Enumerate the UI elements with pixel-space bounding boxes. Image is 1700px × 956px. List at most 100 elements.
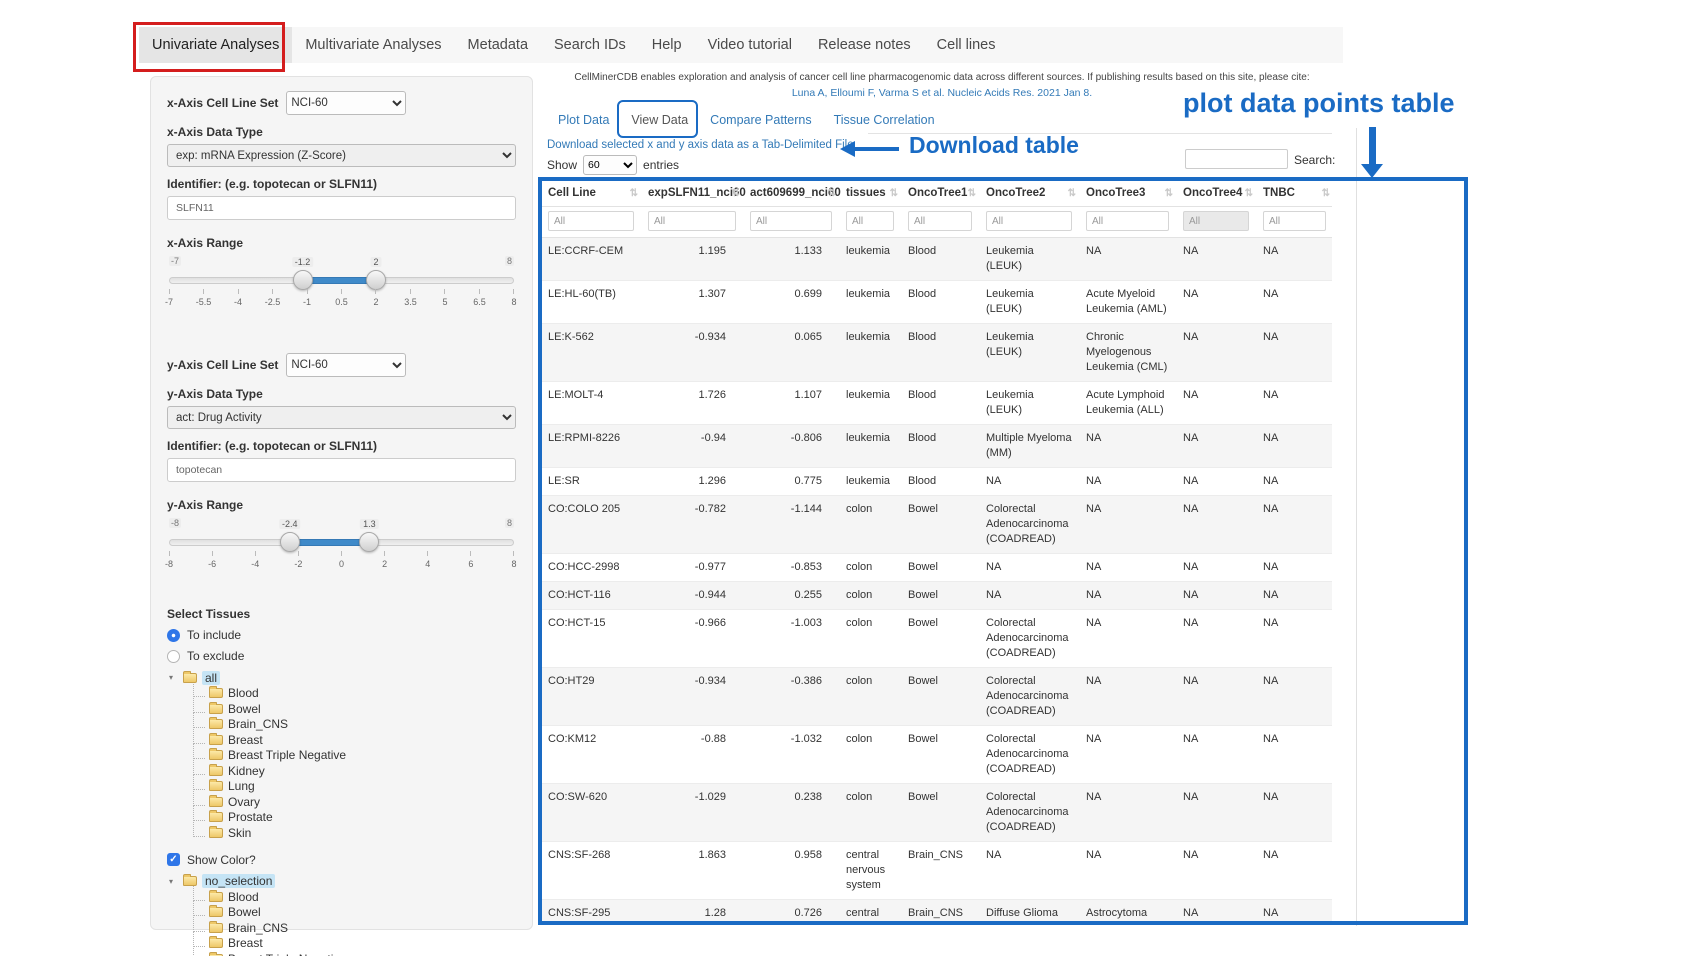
table-row[interactable]: LE:SR1.2960.775leukemiaBloodNANANANA xyxy=(540,468,1332,496)
nav-item-video-tutorial[interactable]: Video tutorial xyxy=(695,27,805,63)
slider-max-label: 8 xyxy=(505,256,514,266)
tree-node-ovary[interactable]: Ovary xyxy=(193,794,516,810)
content-right-divider xyxy=(1356,128,1357,926)
column-header-oncotree1[interactable]: OncoTree1⇅ xyxy=(900,180,978,207)
column-filter-oncotree2[interactable] xyxy=(986,211,1072,231)
show-color-checkbox-row[interactable]: ✓ Show Color? xyxy=(167,853,516,867)
tree-node-breast-triple-negative[interactable]: Breast Triple Negative xyxy=(193,951,516,956)
slider-from-value: -1.2 xyxy=(292,257,314,267)
column-header-oncotree4[interactable]: OncoTree4⇅ xyxy=(1175,180,1255,207)
y-axis-data-type-select[interactable]: act: Drug Activity xyxy=(167,406,516,429)
tree-node-breast-triple-negative[interactable]: Breast Triple Negative xyxy=(193,748,516,764)
column-filter-cell-line[interactable] xyxy=(548,211,634,231)
entries-count-select[interactable]: 60 xyxy=(583,155,637,175)
x-axis-data-type-select[interactable]: exp: mRNA Expression (Z-Score) xyxy=(167,144,516,167)
nav-item-univariate-analyses[interactable]: Univariate Analyses xyxy=(139,27,292,63)
tree-node-blood[interactable]: Blood xyxy=(193,686,516,702)
column-filter-oncotree4[interactable] xyxy=(1183,211,1249,231)
x-axis-identifier-label: Identifier: (e.g. topotecan or SLFN11) xyxy=(167,177,516,191)
column-header-oncotree3[interactable]: OncoTree3⇅ xyxy=(1078,180,1175,207)
table-row[interactable]: CO:HCC-2998-0.977-0.853colonBowelNANANAN… xyxy=(540,554,1332,582)
column-header-tissues[interactable]: tissues⇅ xyxy=(838,180,900,207)
color-tissue-tree: ▾ no_selectionBloodBowelBrain_CNSBreastBr… xyxy=(169,874,516,956)
nav-item-help[interactable]: Help xyxy=(639,27,695,63)
radio-selected-icon[interactable] xyxy=(167,629,180,642)
column-filter-tnbc[interactable] xyxy=(1263,211,1326,231)
tree-node-prostate[interactable]: Prostate xyxy=(193,810,516,826)
table-row[interactable]: CO:HCT-116-0.9440.255colonBowelNANANANA xyxy=(540,582,1332,610)
x-axis-data-type-label: x-Axis Data Type xyxy=(167,125,516,139)
column-header-act609699_nci60[interactable]: act609699_nci60⇅ xyxy=(742,180,838,207)
table-row[interactable]: LE:CCRF-CEM1.1951.133leukemiaBloodLeukem… xyxy=(540,238,1332,281)
tree-root-node[interactable]: ▾ no_selection xyxy=(169,874,516,890)
tab-view-data[interactable]: View Data xyxy=(620,107,699,133)
nav-item-multivariate-analyses[interactable]: Multivariate Analyses xyxy=(292,27,454,63)
table-row[interactable]: CO:KM12-0.88-1.032colonBowelColorectal A… xyxy=(540,726,1332,784)
x-axis-identifier-input[interactable] xyxy=(167,196,516,220)
checkbox-checked-icon[interactable]: ✓ xyxy=(167,853,180,866)
table-row[interactable]: CO:HT29-0.934-0.386colonBowelColorectal … xyxy=(540,668,1332,726)
x-axis-cell-line-set-select[interactable]: NCI-60 xyxy=(286,91,406,115)
table-row[interactable]: CO:HCT-15-0.966-1.003colonBowelColorecta… xyxy=(540,610,1332,668)
column-filter-act609699_nci60[interactable] xyxy=(750,211,832,231)
y-axis-cell-line-set-select[interactable]: NCI-60 xyxy=(286,353,406,377)
tree-toggle-icon[interactable]: ▾ xyxy=(169,877,181,886)
column-header-cell-line[interactable]: Cell Line⇅ xyxy=(540,180,640,207)
tree-node-label[interactable]: no_selection xyxy=(202,874,275,888)
tree-node-bowel[interactable]: Bowel xyxy=(193,701,516,717)
slider-ticks xyxy=(169,551,514,556)
table-row[interactable]: LE:RPMI-8226-0.94-0.806leukemiaBloodMult… xyxy=(540,425,1332,468)
tree-node-breast[interactable]: Breast xyxy=(193,732,516,748)
slider-handle-to[interactable] xyxy=(359,532,379,552)
tree-node-brain_cns[interactable]: Brain_CNS xyxy=(193,717,516,733)
tree-node-skin[interactable]: Skin xyxy=(193,825,516,841)
slider-handle-to[interactable] xyxy=(366,270,386,290)
y-axis-identifier-input[interactable] xyxy=(167,458,516,482)
table-row[interactable]: LE:HL-60(TB)1.3070.699leukemiaBloodLeuke… xyxy=(540,281,1332,324)
column-filter-oncotree1[interactable] xyxy=(908,211,972,231)
column-header-oncotree2[interactable]: OncoTree2⇅ xyxy=(978,180,1078,207)
x-axis-range-slider[interactable]: -7 8 -1.2 2 -7-5.5-4-2.5-10.523.556.58 xyxy=(169,255,514,315)
tab-tissue-correlation[interactable]: Tissue Correlation xyxy=(823,107,946,133)
table-body: LE:CCRF-CEM1.1951.133leukemiaBloodLeukem… xyxy=(540,238,1332,925)
table-search-input[interactable] xyxy=(1185,149,1288,169)
slider-handle-from[interactable] xyxy=(280,532,300,552)
table-row[interactable]: LE:MOLT-41.7261.107leukemiaBloodLeukemia… xyxy=(540,382,1332,425)
tree-node-kidney[interactable]: Kidney xyxy=(193,763,516,779)
column-filter-oncotree3[interactable] xyxy=(1086,211,1169,231)
tree-root-node[interactable]: ▾all xyxy=(169,670,516,686)
column-filter-tissues[interactable] xyxy=(846,211,894,231)
nav-item-search-ids[interactable]: Search IDs xyxy=(541,27,639,63)
column-filter-expslfn11_nci60[interactable] xyxy=(648,211,736,231)
slider-selected-range[interactable] xyxy=(303,277,376,284)
column-header-expslfn11_nci60[interactable]: expSLFN11_nci60⇅ xyxy=(640,180,742,207)
radio-unselected-icon[interactable] xyxy=(167,650,180,663)
tab-plot-data[interactable]: Plot Data xyxy=(547,107,620,133)
slider-handle-from[interactable] xyxy=(293,270,313,290)
y-axis-range-slider[interactable]: -8 8 -2.4 1.3 -8-6-4-202468 xyxy=(169,517,514,577)
table-row[interactable]: CO:COLO 205-0.782-1.144colonBowelColorec… xyxy=(540,496,1332,554)
column-header-tnbc[interactable]: TNBC⇅ xyxy=(1255,180,1332,207)
tab-compare-patterns[interactable]: Compare Patterns xyxy=(699,107,822,133)
nav-item-metadata[interactable]: Metadata xyxy=(455,27,541,63)
table-row[interactable]: CO:SW-620-1.0290.238colonBowelColorectal… xyxy=(540,784,1332,842)
tree-node-lung[interactable]: Lung xyxy=(193,779,516,795)
table-row[interactable]: CNS:SF-2681.8630.958central nervous syst… xyxy=(540,842,1332,900)
folder-icon xyxy=(209,750,223,760)
nav-item-cell-lines[interactable]: Cell lines xyxy=(924,27,1009,63)
x-axis-cell-line-set-label: x-Axis Cell Line Set xyxy=(167,96,278,110)
table-row[interactable]: LE:K-562-0.9340.065leukemiaBloodLeukemia… xyxy=(540,324,1332,382)
tree-node-brain_cns[interactable]: Brain_CNS xyxy=(193,920,516,936)
entries-label: entries xyxy=(643,158,679,172)
folder-icon xyxy=(209,938,223,948)
tissues-include-radio[interactable]: To include xyxy=(167,628,516,642)
slider-selected-range[interactable] xyxy=(290,539,370,546)
tree-node-breast[interactable]: Breast xyxy=(193,936,516,952)
tissues-exclude-radio[interactable]: To exclude xyxy=(167,649,516,663)
nav-item-release-notes[interactable]: Release notes xyxy=(805,27,924,63)
tree-toggle-icon[interactable]: ▾ xyxy=(169,673,181,682)
table-row[interactable]: CNS:SF-2951.280.726central nervous syste… xyxy=(540,900,1332,925)
download-tab-delimited-link[interactable]: Download selected x and y axis data as a… xyxy=(547,139,854,151)
tree-node-blood[interactable]: Blood xyxy=(193,889,516,905)
tree-node-bowel[interactable]: Bowel xyxy=(193,905,516,921)
